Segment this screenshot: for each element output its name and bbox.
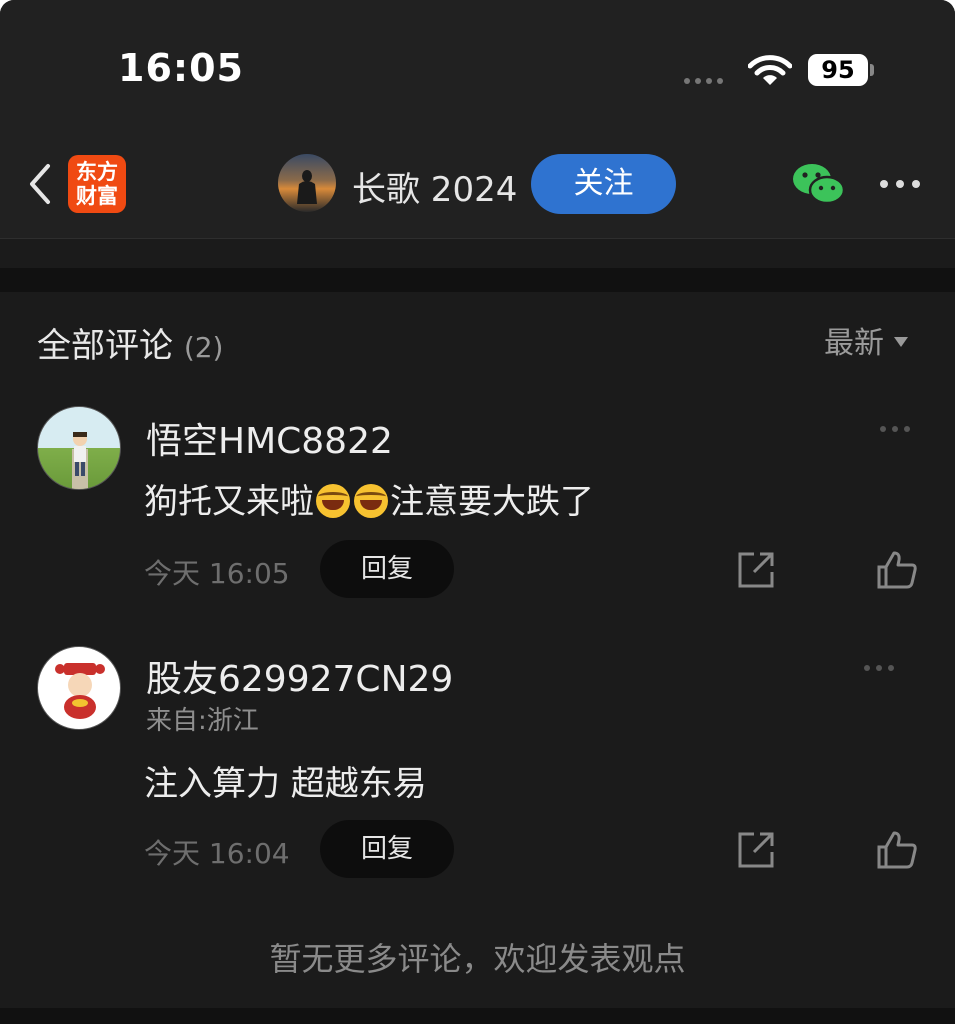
wechat-share-icon[interactable] <box>792 162 846 206</box>
bottom-bar <box>0 1008 955 1024</box>
share-icon[interactable] <box>736 830 776 870</box>
comment-username[interactable]: 股友629927CN29 <box>146 650 453 702</box>
section-divider <box>0 268 955 292</box>
comment-timestamp: 今天 16:04 <box>144 837 290 870</box>
status-time: 16:05 <box>118 46 244 90</box>
status-bar: 16:05 95 <box>0 0 955 130</box>
no-more-comments-text: 暂无更多评论，欢迎发表观点 <box>269 940 686 978</box>
reply-button[interactable]: 回复 <box>320 540 454 598</box>
comment-username[interactable]: 悟空HMC8822 <box>146 412 393 464</box>
author-avatar[interactable] <box>278 154 336 212</box>
laughing-crying-emoji-icon <box>316 483 350 518</box>
fortune-god-illustration <box>55 663 105 719</box>
sort-dropdown[interactable]: 最新 <box>824 318 908 362</box>
silhouette-figure <box>297 170 317 204</box>
follow-button[interactable]: 关注 <box>531 154 676 214</box>
user-avatar[interactable] <box>37 646 121 730</box>
comment-timestamp: 今天 16:05 <box>144 557 290 590</box>
wifi-icon <box>748 55 792 85</box>
battery-level: 95 <box>808 54 868 86</box>
post-header: 东方 财富 长歌 2024 关注 <box>0 130 955 239</box>
comment-more-icon[interactable] <box>864 665 894 671</box>
thumbs-up-icon[interactable] <box>876 830 918 870</box>
more-options-icon[interactable] <box>880 180 920 188</box>
battery-tip <box>870 64 874 76</box>
comments-count: (2) <box>183 331 224 364</box>
cellular-signal-icon <box>684 78 723 84</box>
comments-screen: 16:05 95 东方 财富 长歌 2024 关注 全部评论 (2) 最新 悟空… <box>0 0 955 1024</box>
back-arrow-icon[interactable] <box>22 160 62 208</box>
comment-location: 来自:浙江 <box>146 706 259 736</box>
comment-text: 注入算力 超越东易 <box>144 764 427 804</box>
cartoon-boy-illustration <box>72 432 88 489</box>
comments-heading: 全部评论 (2) <box>37 326 224 366</box>
user-avatar[interactable] <box>37 406 121 490</box>
comment-more-icon[interactable] <box>880 426 910 432</box>
comment-text: 狗托又来啦 注意要大跌了 <box>144 482 594 522</box>
caret-down-icon <box>894 336 908 347</box>
share-icon[interactable] <box>736 550 776 590</box>
reply-button[interactable]: 回复 <box>320 820 454 878</box>
app-logo[interactable]: 东方 财富 <box>68 155 126 213</box>
laughing-crying-emoji-icon <box>354 483 388 518</box>
thumbs-up-icon[interactable] <box>876 550 918 590</box>
author-name[interactable]: 长歌 2024 <box>352 162 517 211</box>
